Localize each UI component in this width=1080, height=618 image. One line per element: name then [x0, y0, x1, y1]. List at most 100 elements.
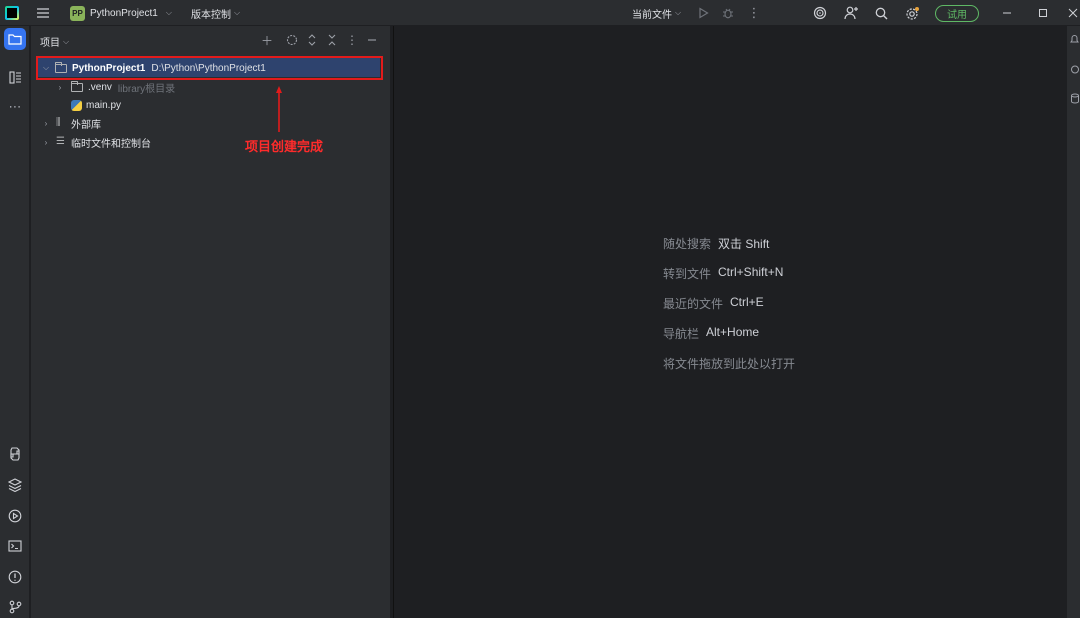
- select-opened-file-button[interactable]: [282, 32, 302, 48]
- chevron-right-icon[interactable]: ›: [54, 83, 66, 92]
- editor-area[interactable]: 随处搜索 双击 Shift 转到文件 Ctrl+Shift+N 最近的文件 Ct…: [393, 26, 1066, 618]
- project-name: PythonProject1: [90, 7, 158, 19]
- vcs-tool-button[interactable]: [4, 596, 26, 618]
- horizontal-dots-icon: ⋯: [8, 99, 22, 114]
- tree-item-label: main.py: [86, 99, 122, 111]
- spiral-icon: [1071, 65, 1079, 74]
- maximize-icon: [1039, 9, 1047, 17]
- terminal-tool-button[interactable]: [4, 535, 26, 557]
- project-tool-button[interactable]: [4, 28, 26, 50]
- hide-panel-button[interactable]: [362, 32, 382, 48]
- more-tools-button[interactable]: ⋯: [4, 96, 26, 118]
- hint-shortcut: Ctrl+Shift+N: [718, 265, 784, 279]
- hint-search-everywhere: 随处搜索 双击 Shift: [663, 235, 769, 252]
- services-tool-button[interactable]: [4, 474, 26, 496]
- warning-circle-icon: [8, 570, 22, 584]
- hint-action: 导航栏: [663, 327, 700, 341]
- hint-navigation-bar: 导航栏 Alt+Home: [663, 325, 759, 342]
- layers-icon: [8, 478, 22, 492]
- play-icon: [698, 7, 709, 19]
- ai-assistant-button[interactable]: [811, 0, 829, 26]
- python-console-icon: [10, 447, 20, 461]
- annotation-arrow: [276, 86, 282, 132]
- project-switcher[interactable]: PP PythonProject1 ⌵: [70, 0, 172, 26]
- hint-recent-files: 最近的文件 Ctrl+E: [663, 295, 764, 312]
- ai-spiral-icon: [813, 6, 827, 20]
- main-menu-button[interactable]: [36, 0, 54, 26]
- search-icon: [875, 7, 887, 19]
- hint-drop-files: 将文件拖放到此处以打开: [663, 355, 795, 372]
- collapse-icon: [328, 34, 336, 46]
- notifications-button[interactable]: [1070, 34, 1079, 48]
- settings-button[interactable]: [903, 0, 921, 26]
- tree-item-main-py[interactable]: main.py: [71, 96, 121, 114]
- tree-item-venv[interactable]: › .venv library根目录: [54, 78, 175, 96]
- chevron-down-icon: ⌵: [675, 8, 682, 17]
- tree-item-label: 临时文件和控制台: [71, 138, 151, 150]
- target-icon: [286, 34, 298, 46]
- gear-icon: [905, 6, 919, 20]
- git-branch-icon: [9, 600, 21, 614]
- pycharm-logo: [5, 0, 23, 26]
- vcs-menu[interactable]: 版本控制 ⌵: [191, 0, 240, 26]
- annotation-label: 项目创建完成: [245, 139, 324, 154]
- vertical-dots-icon: ⋮: [346, 33, 358, 47]
- project-view-selector[interactable]: 项目 ⌵: [40, 34, 69, 50]
- project-tool-window: 项目 ⌵ ＋ ⋮ ⌵ PythonProject1 D:\Python\Pyth…: [31, 26, 390, 618]
- chevron-right-icon[interactable]: ›: [40, 119, 52, 128]
- chevron-down-icon: ⌵: [234, 8, 241, 17]
- database-button[interactable]: [1070, 93, 1079, 107]
- run-tool-button[interactable]: [4, 505, 26, 527]
- tree-item-label: .venv: [88, 81, 112, 93]
- trial-label: 试用: [935, 4, 979, 22]
- new-file-button[interactable]: ＋: [257, 32, 277, 48]
- scratches-icon: ☰: [56, 136, 65, 147]
- ai-chat-button[interactable]: [1070, 64, 1079, 78]
- tree-item-scratches[interactable]: › ☰ 临时文件和控制台: [40, 133, 151, 151]
- plus-icon: ＋: [260, 33, 273, 48]
- folder-icon: [71, 80, 83, 92]
- collapse-all-button[interactable]: [322, 32, 342, 48]
- chevron-right-icon[interactable]: ›: [40, 138, 52, 147]
- vcs-label: 版本控制: [191, 9, 231, 21]
- right-toolbar: [1066, 26, 1080, 618]
- minimize-button[interactable]: [998, 0, 1016, 26]
- library-icon: ⫼: [56, 117, 61, 128]
- python-file-icon: [71, 99, 82, 111]
- minimize-icon: [368, 39, 376, 41]
- minimize-icon: [1003, 12, 1011, 14]
- maximize-button[interactable]: [1034, 0, 1052, 26]
- title-bar: PP PythonProject1 ⌵ 版本控制 ⌵ 当前文件 ⌵ ⋮ 试用: [0, 0, 1080, 26]
- tree-item-external-libraries[interactable]: › ⫼ 外部库: [40, 114, 101, 132]
- expand-all-button[interactable]: [302, 32, 322, 48]
- problems-tool-button[interactable]: [4, 566, 26, 588]
- panel-options-button[interactable]: ⋮: [342, 32, 362, 48]
- python-packages-button[interactable]: [4, 443, 26, 465]
- more-actions-button[interactable]: ⋮: [745, 0, 763, 26]
- project-panel-title: 项目: [40, 38, 60, 49]
- structure-icon: [8, 70, 21, 84]
- trial-button[interactable]: 试用: [935, 0, 979, 26]
- run-circle-icon: [8, 509, 22, 523]
- collaboration-button[interactable]: [842, 0, 860, 26]
- search-button[interactable]: [872, 0, 890, 26]
- close-window-button[interactable]: [1066, 0, 1080, 26]
- structure-tool-button[interactable]: [4, 66, 26, 88]
- database-icon: [1071, 93, 1079, 104]
- close-icon: [1068, 8, 1078, 18]
- hint-shortcut: 双击 Shift: [718, 237, 770, 251]
- tree-item-hint: library根目录: [117, 83, 176, 95]
- hint-action: 将文件拖放到此处以打开: [663, 357, 796, 371]
- folder-icon: [8, 34, 22, 45]
- add-user-icon: [843, 6, 858, 20]
- project-badge: PP: [70, 5, 85, 21]
- hint-action: 转到文件: [663, 267, 712, 281]
- run-button[interactable]: [694, 0, 712, 26]
- terminal-icon: [8, 540, 22, 552]
- current-file-label: 当前文件: [632, 9, 672, 21]
- annotation-highlight-box: [36, 56, 383, 80]
- hint-action: 随处搜索: [663, 237, 712, 251]
- run-config-selector[interactable]: 当前文件 ⌵: [632, 0, 681, 26]
- debug-button[interactable]: [719, 0, 737, 26]
- bug-icon: [723, 8, 733, 19]
